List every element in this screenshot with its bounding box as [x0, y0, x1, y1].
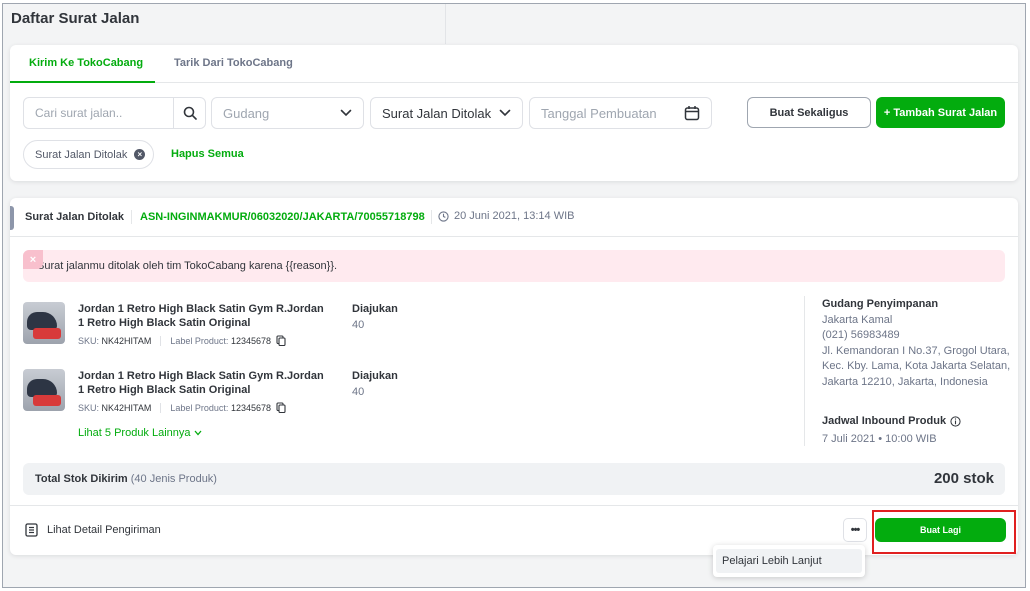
divider: [10, 505, 1018, 506]
created-date-text: 20 Juni 2021, 13:14 WIB: [454, 210, 575, 222]
warehouse-phone: (021) 56983489: [822, 329, 900, 341]
sku-value: NK42HITAM: [101, 335, 152, 346]
header-divider: [445, 4, 446, 44]
shipment-header: Surat Jalan Ditolak ASN-INGINMAKMUR/0603…: [10, 198, 1018, 237]
filter-card: Kirim Ke TokoCabang Tarik Dari TokoCaban…: [10, 45, 1018, 181]
calendar-icon: [679, 105, 705, 121]
qty-value: 40: [352, 319, 365, 331]
warehouse-info: Gudang Penyimpanan Jakarta Kamal (021) 5…: [822, 297, 1012, 390]
total-value: 200 stok: [933, 470, 994, 487]
qty-label: Diajukan: [352, 303, 398, 315]
copy-icon[interactable]: [276, 335, 286, 346]
status-select[interactable]: Surat Jalan Ditolak: [370, 97, 523, 129]
warehouse-title: Gudang Penyimpanan: [822, 298, 939, 310]
product-name: Jordan 1 Retro High Black Satin Gym R.Jo…: [78, 303, 324, 329]
shipment-detail-link[interactable]: Lihat Detail Pengiriman: [25, 523, 161, 537]
shipment-card: Surat Jalan Ditolak ASN-INGINMAKMUR/0603…: [10, 198, 1018, 555]
close-icon[interactable]: ×: [134, 149, 146, 160]
schedule-title-row: Jadwal Inbound Produk: [822, 415, 961, 427]
search-input[interactable]: Cari surat jalan..: [23, 97, 206, 129]
product-meta: SKU: NK42HITAM Label Product: 12345678: [78, 335, 286, 346]
alert-text: Surat jalanmu ditolak oleh tim TokoCaban…: [37, 260, 338, 272]
total-label: Total Stok Dikirim (40 Jenis Produk): [35, 473, 217, 485]
warehouse-placeholder: Gudang: [223, 105, 270, 121]
warehouse-select[interactable]: Gudang: [211, 97, 364, 129]
tab-bar: Kirim Ke TokoCabang Tarik Dari TokoCaban…: [10, 45, 1018, 83]
learn-more-menu-item[interactable]: Pelajari Lebih Lanjut: [716, 549, 862, 573]
sku-label: SKU:: [78, 402, 100, 413]
highlight-box: [872, 510, 1016, 554]
qty-value: 40: [352, 386, 365, 398]
divider: [804, 296, 805, 446]
warehouse-name: Jakarta Kamal: [822, 313, 893, 326]
active-filter-chip: Surat Jalan Ditolak ×: [23, 140, 154, 169]
product-item: Jordan 1 Retro High Black Satin Gym R.Jo…: [23, 369, 343, 419]
sku-label: SKU:: [78, 335, 100, 346]
product-image: [23, 302, 65, 344]
clear-all-link[interactable]: Hapus Semua: [171, 148, 244, 160]
status-bar: [10, 206, 14, 230]
info-icon[interactable]: [950, 415, 961, 427]
total-stock-bar: Total Stok Dikirim (40 Jenis Produk) 200…: [23, 463, 1005, 495]
product-name: Jordan 1 Retro High Black Satin Gym R.Jo…: [78, 370, 324, 396]
chip-label: Surat Jalan Ditolak: [35, 148, 128, 161]
shipment-detail-label: Lihat Detail Pengiriman: [47, 524, 161, 536]
more-options-button[interactable]: •••: [843, 518, 867, 542]
search-button[interactable]: [173, 98, 205, 128]
options-dropdown: Pelajari Lebih Lanjut: [713, 545, 865, 577]
sku-value: NK42HITAM: [101, 402, 152, 413]
add-surat-jalan-button[interactable]: + Tambah Surat Jalan: [876, 97, 1005, 128]
active-tab-indicator: [10, 81, 155, 83]
schedule-value: 7 Juli 2021 • 10:00 WIB: [822, 433, 937, 445]
date-placeholder: Tanggal Pembuatan: [541, 105, 657, 121]
status-value: Surat Jalan Ditolak: [382, 105, 492, 121]
tab-tarik-dari-tokocabang[interactable]: Tarik Dari TokoCabang: [174, 57, 293, 69]
clock-icon: [438, 210, 449, 222]
chevron-down-icon: [335, 109, 357, 117]
rejection-alert: × Surat jalanmu ditolak oleh tim TokoCab…: [23, 250, 1005, 282]
alert-icon: ×: [23, 250, 43, 269]
more-products-label: Lihat 5 Produk Lainnya: [78, 427, 191, 439]
product-item: Jordan 1 Retro High Black Satin Gym R.Jo…: [23, 302, 343, 352]
label-product-value: 12345678: [230, 335, 271, 346]
divider: [131, 210, 132, 224]
more-products-link[interactable]: Lihat 5 Produk Lainnya: [78, 427, 202, 439]
document-list-icon: [25, 523, 38, 537]
search-icon: [183, 106, 197, 120]
copy-icon[interactable]: [276, 402, 286, 413]
shipment-status: Surat Jalan Ditolak: [25, 211, 125, 223]
schedule-title: Jadwal Inbound Produk: [822, 415, 947, 427]
page-title: Daftar Surat Jalan: [11, 10, 140, 27]
label-product-value: 12345678: [230, 402, 271, 413]
label-product-label: Label Product:: [170, 402, 229, 413]
warehouse-address: Jl. Kemandoran I No.37, Grogol Utara, Ke…: [822, 344, 1011, 388]
total-detail: (40 Jenis Produk): [130, 473, 217, 485]
product-image: [23, 369, 65, 411]
product-meta: SKU: NK42HITAM Label Product: 12345678: [78, 402, 286, 413]
divider: [431, 210, 432, 224]
asn-number[interactable]: ASN-INGINMAKMUR/06032020/JAKARTA/7005571…: [140, 211, 425, 223]
tab-kirim-ke-tokocabang[interactable]: Kirim Ke TokoCabang: [29, 57, 143, 69]
chevron-down-icon: [194, 430, 202, 436]
bulk-create-button[interactable]: Buat Sekaligus: [747, 97, 871, 128]
date-picker[interactable]: Tanggal Pembuatan: [529, 97, 712, 129]
qty-label: Diajukan: [352, 370, 398, 382]
created-date: 20 Juni 2021, 13:14 WIB: [438, 210, 574, 222]
chevron-down-icon: [494, 109, 516, 117]
total-label-text: Total Stok Dikirim: [35, 473, 128, 485]
label-product-label: Label Product:: [170, 335, 229, 346]
